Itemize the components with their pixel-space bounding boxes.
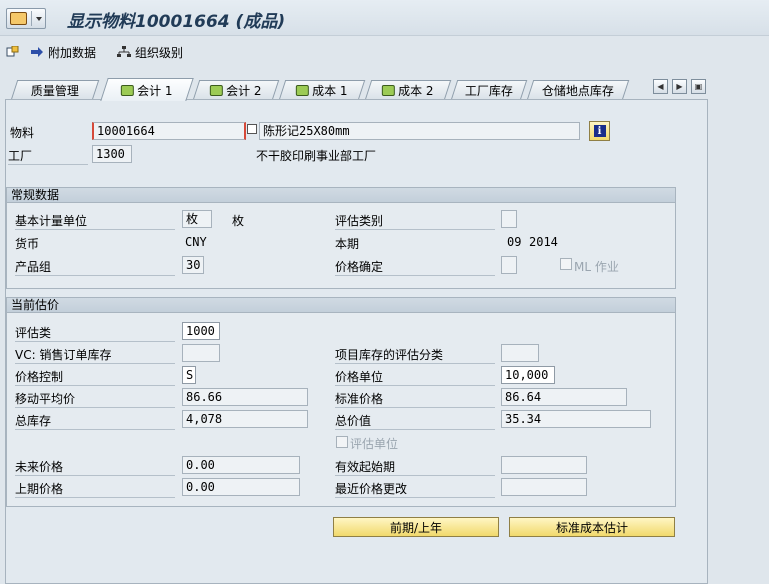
ml-active-label: ML 作业	[574, 260, 619, 274]
tab-check-icon	[121, 84, 135, 96]
period-label: 本期	[335, 237, 360, 251]
tab-costing-2[interactable]: 成本 2	[364, 80, 452, 100]
division-label: 产品组	[15, 258, 175, 276]
org-levels-button[interactable]: 组织级别	[117, 43, 183, 61]
tab-check-icon	[382, 85, 396, 96]
title-bar: 显示物料10001664 (成品)	[0, 0, 769, 36]
valuation-class-label: 评估类	[15, 324, 175, 342]
valuated-unit-label: 评估单位	[350, 437, 399, 451]
base-uom-field[interactable]: 枚	[182, 210, 212, 228]
moving-average-price-field[interactable]: 86.66	[182, 388, 308, 406]
standard-price-field[interactable]: 86.64	[501, 388, 627, 406]
price-unit-label: 价格单位	[335, 368, 495, 386]
moving-average-price-label: 移动平均价	[15, 390, 175, 408]
tab-content-panel: 物料 10001664 陈形记25X80mm i 工厂 1300 不干胶印刷事业…	[5, 99, 708, 584]
tab-storage-location-stock[interactable]: 仓储地点库存	[526, 80, 630, 100]
material-label: 物料	[10, 126, 35, 140]
price-unit-field[interactable]: 10,000	[501, 366, 555, 384]
tab-check-icon	[210, 85, 224, 96]
tab-list-icon[interactable]: ▣	[691, 79, 706, 94]
project-stock-valuation-field[interactable]	[501, 344, 539, 362]
previous-price-label: 上期价格	[15, 480, 175, 498]
other-material-button[interactable]	[6, 43, 24, 61]
total-value-field[interactable]: 35.34	[501, 410, 651, 428]
tab-accounting-1[interactable]: 会计 1	[100, 78, 194, 101]
valid-from-label: 有效起始期	[335, 458, 495, 476]
tab-scroll-left-icon[interactable]: ◀	[653, 79, 668, 94]
chevron-down-icon	[36, 17, 42, 21]
project-stock-valuation-label: 项目库存的评估分类	[335, 346, 495, 364]
system-menu-button[interactable]	[6, 8, 46, 29]
price-determination-label: 价格确定	[335, 258, 495, 276]
tab-check-icon	[296, 85, 310, 96]
arrow-right-icon	[30, 46, 44, 58]
valuation-category-field[interactable]	[501, 210, 517, 228]
ml-active-checkbox[interactable]	[560, 258, 572, 270]
previous-period-button[interactable]: 前期/上年	[333, 517, 499, 537]
plant-label: 工厂	[8, 147, 88, 165]
last-price-change-label: 最近价格更改	[335, 480, 495, 498]
menu-icon	[10, 12, 27, 25]
currency-value: CNY	[185, 235, 207, 249]
last-price-change-field[interactable]	[501, 478, 587, 496]
application-toolbar: 附加数据 组织级别	[0, 36, 769, 68]
valid-from-field[interactable]	[501, 456, 587, 474]
vc-sales-order-stock-label: VC: 销售订单库存	[15, 346, 175, 364]
future-price-label: 未来价格	[15, 458, 175, 476]
current-valuation-group: 当前估价 评估类 1000 VC: 销售订单库存 项目库存的评估分类 价格控制 …	[6, 297, 676, 507]
general-data-title: 常规数据	[7, 188, 675, 203]
general-data-group: 常规数据 基本计量单位 枚 枚 评估类别 货币 CNY 本期 09 2014 产…	[6, 187, 676, 289]
material-description-field[interactable]: 陈形记25X80mm	[259, 122, 580, 140]
standard-cost-estimate-button[interactable]: 标准成本估计	[509, 517, 675, 537]
plant-field[interactable]: 1300	[92, 145, 132, 163]
material-field[interactable]: 10001664	[92, 122, 246, 140]
additional-data-button[interactable]: 附加数据	[30, 43, 96, 61]
tab-plant-stock[interactable]: 工厂库存	[450, 80, 528, 100]
org-levels-label: 组织级别	[135, 45, 184, 60]
plant-description: 不干胶印刷事业部工厂	[256, 149, 377, 163]
price-control-label: 价格控制	[15, 368, 175, 386]
period-month: 09	[507, 235, 522, 249]
valuation-category-label: 评估类别	[335, 212, 495, 230]
base-uom-label: 基本计量单位	[15, 212, 175, 230]
total-stock-label: 总库存	[15, 412, 175, 430]
price-determination-field[interactable]	[501, 256, 517, 274]
page-title: 显示物料10001664 (成品)	[67, 12, 286, 32]
additional-data-label: 附加数据	[48, 45, 97, 60]
currency-label: 货币	[15, 237, 40, 251]
info-button[interactable]: i	[589, 121, 610, 141]
tab-scroll-right-icon[interactable]: ▶	[672, 79, 687, 94]
valuated-unit-checkbox[interactable]	[336, 436, 348, 448]
period-year: 2014	[529, 235, 558, 249]
copy-icon[interactable]	[247, 124, 257, 134]
switch-icon	[6, 45, 20, 58]
current-valuation-title: 当前估价	[7, 298, 675, 313]
tab-costing-1[interactable]: 成本 1	[278, 80, 366, 100]
previous-price-field[interactable]: 0.00	[182, 478, 300, 496]
valuation-class-field[interactable]: 1000	[182, 322, 220, 340]
future-price-field[interactable]: 0.00	[182, 456, 300, 474]
standard-price-label: 标准价格	[335, 390, 495, 408]
info-icon: i	[593, 125, 606, 137]
price-control-field[interactable]: S	[182, 366, 196, 384]
division-field[interactable]: 30	[182, 256, 204, 274]
vc-sales-order-stock-field[interactable]	[182, 344, 220, 362]
tab-quality[interactable]: 质量管理	[10, 80, 100, 100]
tab-strip: 质量管理 会计 1 会计 2 成本 1 成本 2 工厂库存 仓储地点库存 ◀ ▶…	[0, 76, 769, 101]
tab-accounting-2[interactable]: 会计 2	[192, 80, 280, 100]
hierarchy-icon	[117, 46, 131, 58]
base-uom-text: 枚	[232, 214, 245, 228]
total-stock-field[interactable]: 4,078	[182, 410, 308, 428]
total-value-label: 总价值	[335, 412, 495, 430]
